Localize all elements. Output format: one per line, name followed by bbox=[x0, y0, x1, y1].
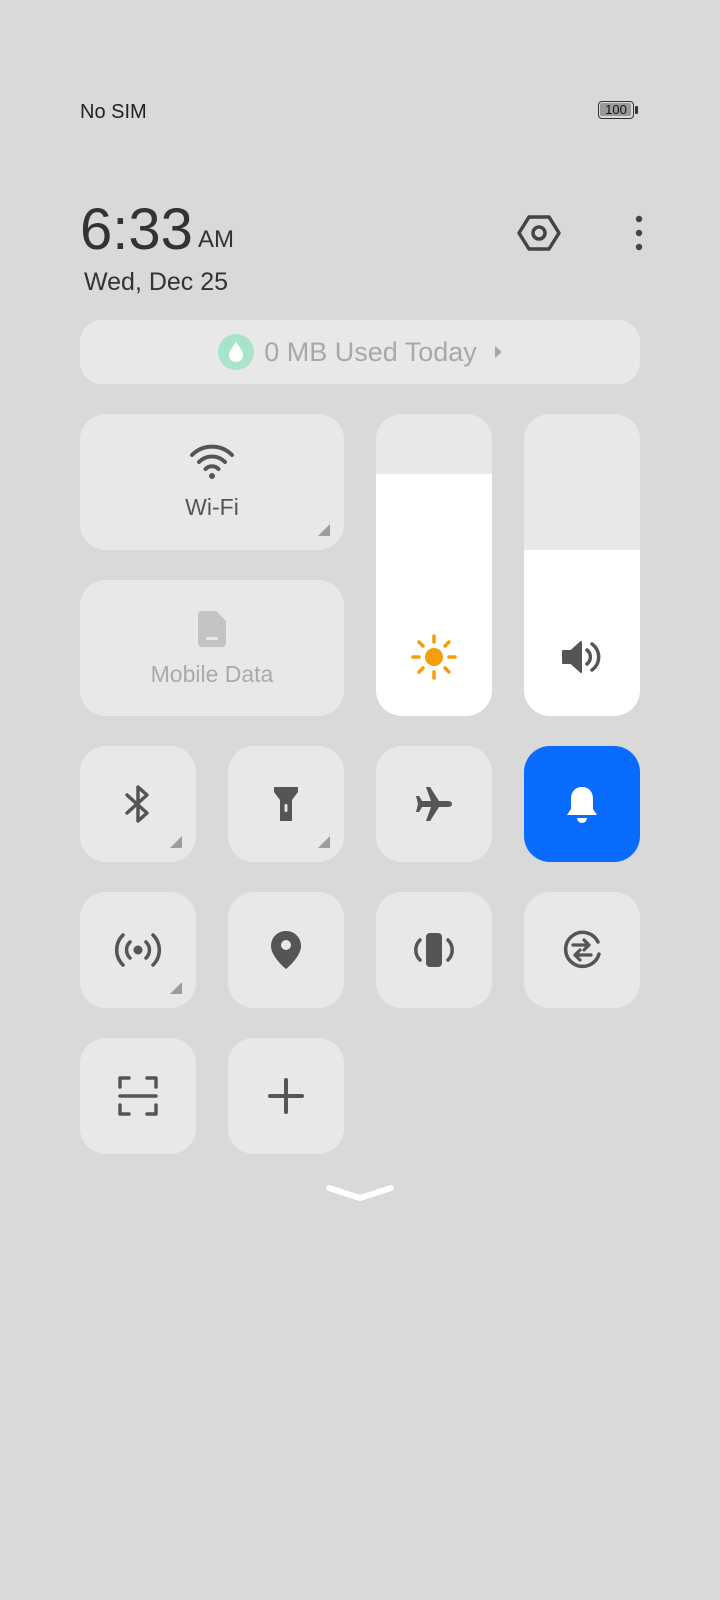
wifi-label: Wi-Fi bbox=[185, 493, 239, 520]
expand-corner-icon bbox=[318, 836, 330, 848]
sim-card-icon bbox=[198, 610, 226, 647]
expand-corner-icon bbox=[170, 836, 182, 848]
hotspot-tile[interactable] bbox=[80, 892, 196, 1008]
plus-icon bbox=[268, 1078, 304, 1114]
battery-indicator: 100 bbox=[598, 101, 638, 121]
flashlight-icon bbox=[274, 787, 298, 821]
clock-ampm: AM bbox=[198, 226, 234, 253]
chevron-down-icon bbox=[326, 1185, 394, 1201]
collapse-handle[interactable] bbox=[325, 1183, 395, 1203]
more-options-button[interactable] bbox=[627, 211, 651, 255]
vibrate-icon bbox=[414, 933, 454, 967]
carrier-status: No SIM bbox=[80, 101, 147, 123]
hotspot-icon bbox=[115, 933, 161, 967]
brightness-slider[interactable] bbox=[376, 414, 492, 716]
volume-level-fill bbox=[524, 549, 640, 716]
chevron-right-icon bbox=[494, 346, 502, 358]
clock-date: Wed, Dec 25 bbox=[84, 268, 229, 296]
location-pin-icon bbox=[271, 931, 301, 969]
bluetooth-tile[interactable] bbox=[80, 746, 196, 862]
edit-tiles-tile[interactable] bbox=[228, 1038, 344, 1154]
battery-level: 100 bbox=[605, 102, 627, 117]
scan-icon bbox=[118, 1076, 158, 1116]
ring-mode-tile[interactable] bbox=[524, 746, 640, 862]
data-saver-tile[interactable] bbox=[524, 892, 640, 1008]
bluetooth-icon bbox=[125, 785, 149, 823]
settings-button[interactable] bbox=[517, 211, 561, 255]
airplane-icon bbox=[416, 787, 452, 821]
wifi-icon bbox=[190, 444, 234, 479]
speaker-icon bbox=[562, 641, 601, 673]
data-usage-label: 0 MB Used Today bbox=[264, 336, 477, 367]
settings-icon bbox=[517, 215, 561, 251]
sun-icon bbox=[411, 634, 457, 680]
screenshot-tile[interactable] bbox=[80, 1038, 196, 1154]
expand-corner-icon bbox=[170, 982, 182, 994]
mobile-data-tile[interactable]: Mobile Data bbox=[80, 580, 344, 716]
airplane-mode-tile[interactable] bbox=[376, 746, 492, 862]
volume-slider[interactable] bbox=[524, 414, 640, 716]
data-usage-button[interactable]: 0 MB Used Today bbox=[80, 320, 640, 384]
swap-circle-icon bbox=[563, 930, 601, 968]
clock-time: 6:33 bbox=[80, 197, 193, 262]
vibrate-tile[interactable] bbox=[376, 892, 492, 1008]
bell-icon bbox=[567, 787, 597, 823]
more-vertical-icon bbox=[635, 215, 643, 251]
water-drop-icon bbox=[218, 334, 255, 370]
mobile-data-label: Mobile Data bbox=[150, 660, 274, 687]
flashlight-tile[interactable] bbox=[228, 746, 344, 862]
wifi-tile[interactable]: Wi-Fi bbox=[80, 414, 344, 550]
expand-corner-icon bbox=[318, 524, 330, 536]
location-tile[interactable] bbox=[228, 892, 344, 1008]
